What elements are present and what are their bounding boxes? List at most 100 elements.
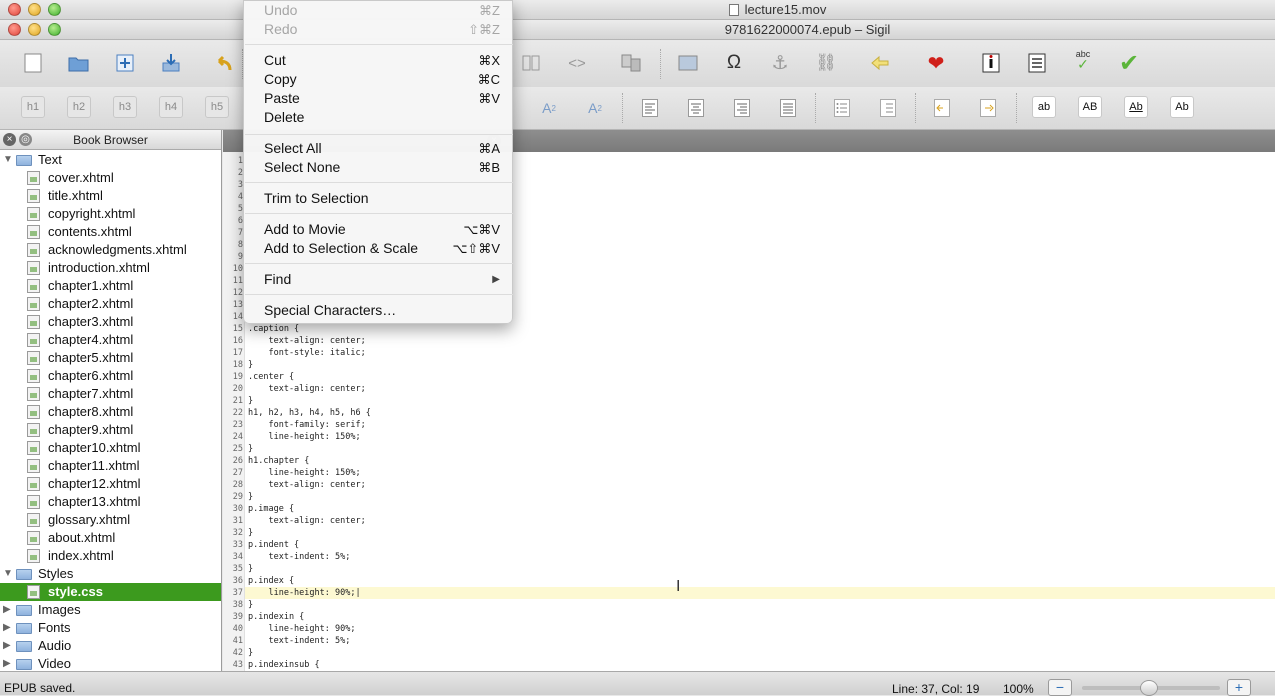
- tree-file-item[interactable]: acknowledgments.xhtml: [0, 241, 221, 259]
- heading-h4-button[interactable]: h4: [159, 96, 183, 118]
- tree-file-item[interactable]: chapter5.xhtml: [0, 349, 221, 367]
- heading-h2-button[interactable]: h2: [67, 96, 91, 118]
- menu-item-cut[interactable]: Cut ⌘X: [244, 51, 512, 70]
- code-line[interactable]: p.index {: [248, 576, 294, 586]
- open-icon[interactable]: [65, 49, 93, 77]
- code-line[interactable]: p.indent {: [248, 540, 299, 550]
- image-icon[interactable]: [674, 49, 702, 77]
- code-line[interactable]: line-height: 90%;|: [248, 588, 360, 598]
- bullet-list-icon[interactable]: [828, 94, 856, 122]
- titlecase-button[interactable]: Ab: [1170, 96, 1194, 118]
- heading-h3-button[interactable]: h3: [113, 96, 137, 118]
- code-line[interactable]: }: [248, 396, 253, 406]
- code-line[interactable]: text-align: center;: [248, 384, 365, 394]
- align-justify-icon[interactable]: [774, 94, 802, 122]
- align-left-icon[interactable]: [636, 94, 664, 122]
- heart-icon[interactable]: ❤: [922, 49, 950, 77]
- lowercase-button[interactable]: ab: [1032, 96, 1056, 118]
- code-line[interactable]: }: [248, 600, 253, 610]
- tree-file-item[interactable]: chapter4.xhtml: [0, 331, 221, 349]
- tree-file-item[interactable]: style.css: [0, 583, 221, 601]
- code-line[interactable]: text-align: center;: [248, 336, 365, 346]
- new-file-icon[interactable]: [19, 49, 47, 77]
- code-line[interactable]: line-height: 90%;: [248, 624, 355, 634]
- close-panel-icon[interactable]: ×: [3, 133, 16, 146]
- add-icon[interactable]: [111, 49, 139, 77]
- tree-folder[interactable]: ▼ Styles: [0, 565, 221, 583]
- code-line[interactable]: text-align: center;: [248, 516, 365, 526]
- code-line[interactable]: line-height: 150%;: [248, 468, 360, 478]
- disclosure-closed-icon[interactable]: ▶: [3, 637, 11, 655]
- tree-file-item[interactable]: chapter13.xhtml: [0, 493, 221, 511]
- code-line[interactable]: text-indent: 5%;: [248, 636, 350, 646]
- tree-file-item[interactable]: index.xhtml: [0, 547, 221, 565]
- zoom-slider-handle[interactable]: [1140, 680, 1158, 696]
- tree-file-item[interactable]: chapter6.xhtml: [0, 367, 221, 385]
- subscript-icon[interactable]: A2: [535, 94, 563, 122]
- tree-file-item[interactable]: chapter8.xhtml: [0, 403, 221, 421]
- disclosure-closed-icon[interactable]: ▶: [3, 601, 11, 619]
- menu-item-trim-to-selection[interactable]: Trim to Selection: [244, 189, 512, 208]
- code-line[interactable]: }: [248, 360, 253, 370]
- tree-folder[interactable]: ▶ Images: [0, 601, 221, 619]
- tree-file-item[interactable]: contents.xhtml: [0, 223, 221, 241]
- metadata-icon[interactable]: [977, 49, 1005, 77]
- code-line[interactable]: }: [248, 492, 253, 502]
- menu-item-special-characters[interactable]: Special Characters…: [244, 301, 512, 320]
- toc-icon[interactable]: [1023, 49, 1051, 77]
- align-center-icon[interactable]: [682, 94, 710, 122]
- tree-file-item[interactable]: about.xhtml: [0, 529, 221, 547]
- tree-file-item[interactable]: chapter10.xhtml: [0, 439, 221, 457]
- tree-file-item[interactable]: chapter7.xhtml: [0, 385, 221, 403]
- code-line[interactable]: font-style: italic;: [248, 348, 365, 358]
- tree-file-item[interactable]: title.xhtml: [0, 187, 221, 205]
- disclosure-open-icon[interactable]: ▼: [3, 151, 13, 169]
- undo-icon[interactable]: [210, 49, 238, 77]
- tree-file-item[interactable]: chapter11.xhtml: [0, 457, 221, 475]
- capitalize-button[interactable]: Ab: [1124, 96, 1148, 118]
- tree-file-item[interactable]: copyright.xhtml: [0, 205, 221, 223]
- menu-item-copy[interactable]: Copy ⌘C: [244, 70, 512, 89]
- tree-file-item[interactable]: chapter3.xhtml: [0, 313, 221, 331]
- menu-item-add-to-movie[interactable]: Add to Movie ⌥⌘V: [244, 220, 512, 239]
- tree-file-item[interactable]: introduction.xhtml: [0, 259, 221, 277]
- code-line[interactable]: .caption {: [248, 324, 299, 334]
- code-line[interactable]: line-height: 150%;: [248, 432, 360, 442]
- tree-file-item[interactable]: chapter9.xhtml: [0, 421, 221, 439]
- menu-item-find[interactable]: Find ▶: [244, 270, 512, 289]
- code-line[interactable]: font-family: serif;: [248, 420, 365, 430]
- menu-item-select-none[interactable]: Select None ⌘B: [244, 158, 512, 177]
- code-line[interactable]: h1.chapter {: [248, 456, 309, 466]
- code-line[interactable]: p.image {: [248, 504, 294, 514]
- code-line[interactable]: }: [248, 444, 253, 454]
- book-view-icon[interactable]: [517, 49, 545, 77]
- tree-file-item[interactable]: cover.xhtml: [0, 169, 221, 187]
- tree-file-item[interactable]: glossary.xhtml: [0, 511, 221, 529]
- disclosure-closed-icon[interactable]: ▶: [3, 619, 11, 637]
- code-line[interactable]: }: [248, 564, 253, 574]
- omega-icon[interactable]: Ω: [720, 49, 748, 77]
- tree-file-item[interactable]: chapter12.xhtml: [0, 475, 221, 493]
- validate-check-icon[interactable]: ✔: [1115, 49, 1143, 77]
- anchor-icon[interactable]: ⚓: [766, 49, 794, 77]
- tree-file-item[interactable]: chapter1.xhtml: [0, 277, 221, 295]
- zoom-in-button[interactable]: +: [1227, 679, 1251, 696]
- menu-item-add-to-selection-scale[interactable]: Add to Selection & Scale ⌥⇧⌘V: [244, 239, 512, 258]
- disclosure-open-icon[interactable]: ▼: [3, 565, 13, 583]
- tree-folder[interactable]: ▼ Text: [0, 151, 221, 169]
- tree-file-item[interactable]: chapter2.xhtml: [0, 295, 221, 313]
- outdent-icon[interactable]: [928, 94, 956, 122]
- link-icon[interactable]: ⛓: [812, 49, 840, 77]
- spellcheck-icon[interactable]: abc ✓: [1069, 45, 1097, 73]
- uppercase-button[interactable]: AB: [1078, 96, 1102, 118]
- align-right-icon[interactable]: [728, 94, 756, 122]
- code-line[interactable]: p.indexinsub {: [248, 660, 320, 670]
- tree-folder[interactable]: ▶ Fonts: [0, 619, 221, 637]
- back-arrow-icon[interactable]: [866, 49, 894, 77]
- heading-h1-button[interactable]: h1: [21, 96, 45, 118]
- code-view-icon[interactable]: <>: [563, 49, 591, 77]
- menu-item-paste[interactable]: Paste ⌘V: [244, 89, 512, 108]
- menu-item-select-all[interactable]: Select All ⌘A: [244, 139, 512, 158]
- split-view-icon[interactable]: [617, 49, 645, 77]
- code-line[interactable]: text-align: center;: [248, 480, 365, 490]
